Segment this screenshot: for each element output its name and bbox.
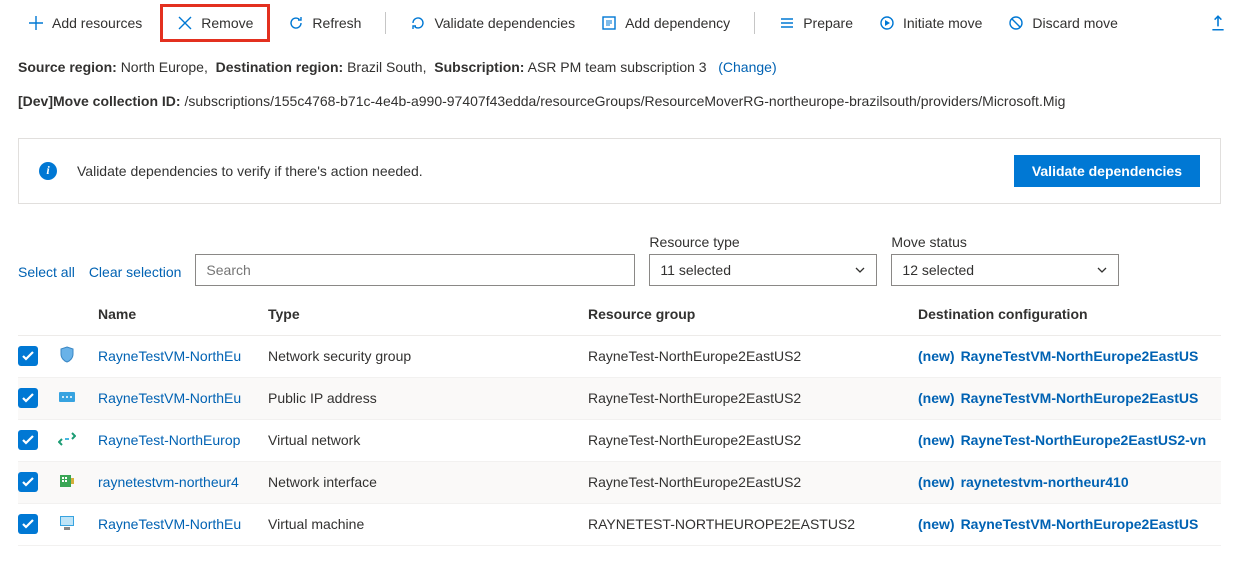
- clear-selection-link[interactable]: Clear selection: [89, 264, 182, 286]
- move-status-label: Move status: [891, 234, 1119, 250]
- resource-type-label: Resource type: [649, 234, 877, 250]
- resource-type: Public IP address: [268, 390, 588, 406]
- col-name[interactable]: Name: [98, 306, 268, 322]
- destination-region-value: Brazil South,: [347, 59, 426, 75]
- destination-config-link[interactable]: (new)RayneTestVM-NorthEurope2EastUS: [918, 348, 1221, 364]
- table-row: raynetestvm-northeur4 Network interface …: [18, 462, 1221, 504]
- change-link[interactable]: (Change): [718, 59, 776, 75]
- info-region-row: Source region: North Europe, Destination…: [0, 50, 1239, 84]
- resource-type: Network security group: [268, 348, 588, 364]
- toolbar: Add resources Remove Refresh Validate de…: [0, 0, 1239, 50]
- move-status-value: 12 selected: [902, 262, 974, 278]
- table-header: Name Type Resource group Destination con…: [18, 294, 1221, 336]
- table-row: RayneTestVM-NorthEu Virtual machine RAYN…: [18, 504, 1221, 546]
- validate-dependencies-button[interactable]: Validate dependencies: [400, 9, 585, 37]
- col-rg[interactable]: Resource group: [588, 306, 918, 322]
- resource-name-link[interactable]: raynetestvm-northeur4: [98, 474, 268, 490]
- plus-icon: [28, 15, 44, 31]
- source-region-value: North Europe,: [121, 59, 208, 75]
- resource-group: RayneTest-NorthEurope2EastUS2: [588, 474, 918, 490]
- info-movecoll-row: [Dev]Move collection ID: /subscriptions/…: [0, 84, 1239, 118]
- discard-move-button[interactable]: Discard move: [998, 9, 1128, 37]
- refresh-label: Refresh: [312, 15, 361, 31]
- banner-text: Validate dependencies to verify if there…: [77, 163, 994, 179]
- destination-config-link[interactable]: (new)RayneTestVM-NorthEurope2EastUS: [918, 516, 1221, 532]
- subscription-value: ASR PM team subscription 3: [528, 59, 707, 75]
- discard-label: Discard move: [1032, 15, 1118, 31]
- add-dependency-icon: [601, 15, 617, 31]
- close-icon: [177, 15, 193, 31]
- resource-type-dropdown[interactable]: 11 selected: [649, 254, 877, 286]
- move-collection-value: /subscriptions/155c4768-b71c-4e4b-a990-9…: [184, 93, 1065, 109]
- initiate-icon: [879, 15, 895, 31]
- resource-group: RayneTest-NorthEurope2EastUS2: [588, 348, 918, 364]
- prepare-icon: [779, 15, 795, 31]
- refresh-button[interactable]: Refresh: [278, 9, 371, 37]
- resource-name-link[interactable]: RayneTestVM-NorthEu: [98, 390, 268, 406]
- resource-type: Network interface: [268, 474, 588, 490]
- initiate-label: Initiate move: [903, 15, 982, 31]
- row-checkbox[interactable]: [18, 472, 38, 492]
- vm-icon: [58, 514, 76, 532]
- subscription-label: Subscription:: [434, 59, 524, 75]
- row-checkbox[interactable]: [18, 346, 38, 366]
- separator: [385, 12, 386, 34]
- separator: [754, 12, 755, 34]
- row-checkbox[interactable]: [18, 514, 38, 534]
- resource-type: Virtual network: [268, 432, 588, 448]
- refresh-icon: [288, 15, 304, 31]
- validate-dependencies-primary-button[interactable]: Validate dependencies: [1014, 155, 1200, 187]
- prepare-button[interactable]: Prepare: [769, 9, 863, 37]
- validate-label: Validate dependencies: [434, 15, 575, 31]
- resource-group: RayneTest-NorthEurope2EastUS2: [588, 390, 918, 406]
- resource-name-link[interactable]: RayneTestVM-NorthEu: [98, 516, 268, 532]
- resource-type-value: 11 selected: [660, 262, 731, 278]
- destination-config-link[interactable]: (new)raynetestvm-northeur410: [918, 474, 1221, 490]
- col-type[interactable]: Type: [268, 306, 588, 322]
- pip-icon: [58, 388, 76, 406]
- nic-icon: [58, 472, 76, 490]
- remove-label: Remove: [201, 15, 253, 31]
- resource-name-link[interactable]: RayneTest-NorthEurop: [98, 432, 268, 448]
- export-icon[interactable]: [1209, 14, 1227, 32]
- col-dest[interactable]: Destination configuration: [918, 306, 1221, 322]
- destination-region-label: Destination region:: [216, 59, 344, 75]
- row-checkbox[interactable]: [18, 388, 38, 408]
- remove-button[interactable]: Remove: [160, 4, 270, 42]
- resource-group: RAYNETEST-NORTHEUROPE2EASTUS2: [588, 516, 918, 532]
- chevron-down-icon: [1096, 264, 1108, 276]
- info-icon: i: [39, 162, 57, 180]
- move-collection-label: [Dev]Move collection ID:: [18, 93, 181, 109]
- add-resources-button[interactable]: Add resources: [18, 9, 152, 37]
- vnet-icon: [58, 430, 76, 448]
- move-status-dropdown[interactable]: 12 selected: [891, 254, 1119, 286]
- chevron-down-icon: [854, 264, 866, 276]
- resources-table: Name Type Resource group Destination con…: [0, 294, 1239, 558]
- table-row: RayneTest-NorthEurop Virtual network Ray…: [18, 420, 1221, 462]
- add-resources-label: Add resources: [52, 15, 142, 31]
- initiate-move-button[interactable]: Initiate move: [869, 9, 992, 37]
- validate-banner: i Validate dependencies to verify if the…: [18, 138, 1221, 204]
- table-row: RayneTestVM-NorthEu Public IP address Ra…: [18, 378, 1221, 420]
- destination-config-link[interactable]: (new)RayneTest-NorthEurope2EastUS2-vn: [918, 432, 1221, 448]
- destination-config-link[interactable]: (new)RayneTestVM-NorthEurope2EastUS: [918, 390, 1221, 406]
- shield-icon: [58, 346, 76, 364]
- row-checkbox[interactable]: [18, 430, 38, 450]
- search-input[interactable]: [195, 254, 635, 286]
- select-all-link[interactable]: Select all: [18, 264, 75, 286]
- add-dependency-label: Add dependency: [625, 15, 730, 31]
- source-region-label: Source region:: [18, 59, 117, 75]
- resource-type: Virtual machine: [268, 516, 588, 532]
- discard-icon: [1008, 15, 1024, 31]
- add-dependency-button[interactable]: Add dependency: [591, 9, 740, 37]
- validate-icon: [410, 15, 426, 31]
- filters-row: Select all Clear selection Resource type…: [0, 210, 1239, 294]
- prepare-label: Prepare: [803, 15, 853, 31]
- resource-group: RayneTest-NorthEurope2EastUS2: [588, 432, 918, 448]
- table-row: RayneTestVM-NorthEu Network security gro…: [18, 336, 1221, 378]
- resource-name-link[interactable]: RayneTestVM-NorthEu: [98, 348, 268, 364]
